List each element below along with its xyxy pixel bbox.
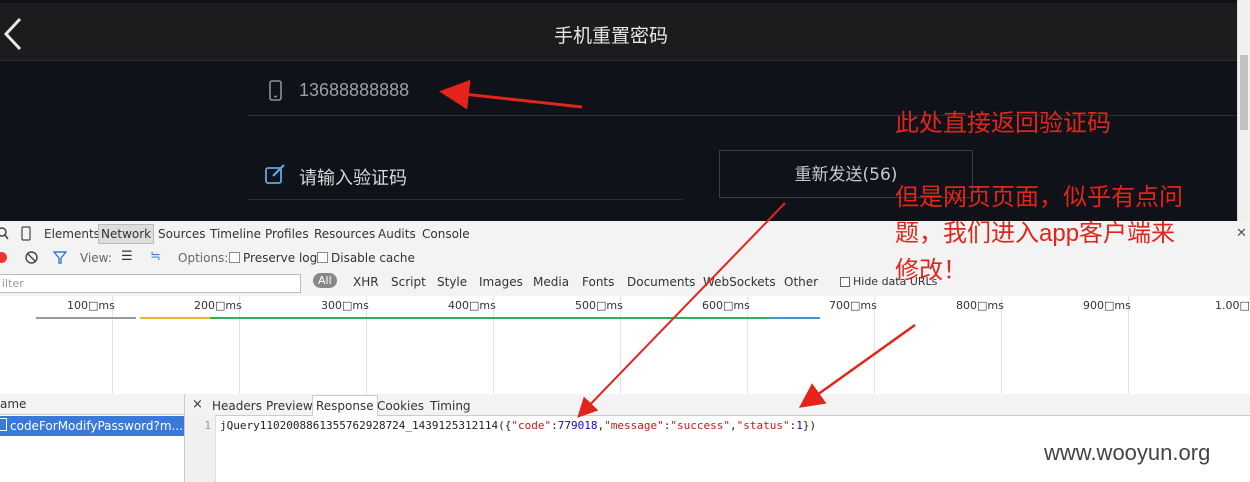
arrow-to-code (577, 202, 786, 418)
annotation-line: 修改！ (895, 256, 967, 284)
annotation-text-2: 但是网页页面，似乎有点问 题，我们进入app客户端来 修改！ (895, 179, 1183, 288)
watermark: www.wooyun.org (1044, 440, 1211, 465)
annotation-text-1: 此处直接返回验证码 (895, 109, 1111, 137)
annotation-line: 但是网页页面，似乎有点问 (895, 183, 1183, 211)
annotation-line: 题，我们进入app客户端来 (895, 219, 1176, 247)
arrow-to-phone (439, 79, 583, 110)
arrow-to-status (798, 323, 916, 408)
